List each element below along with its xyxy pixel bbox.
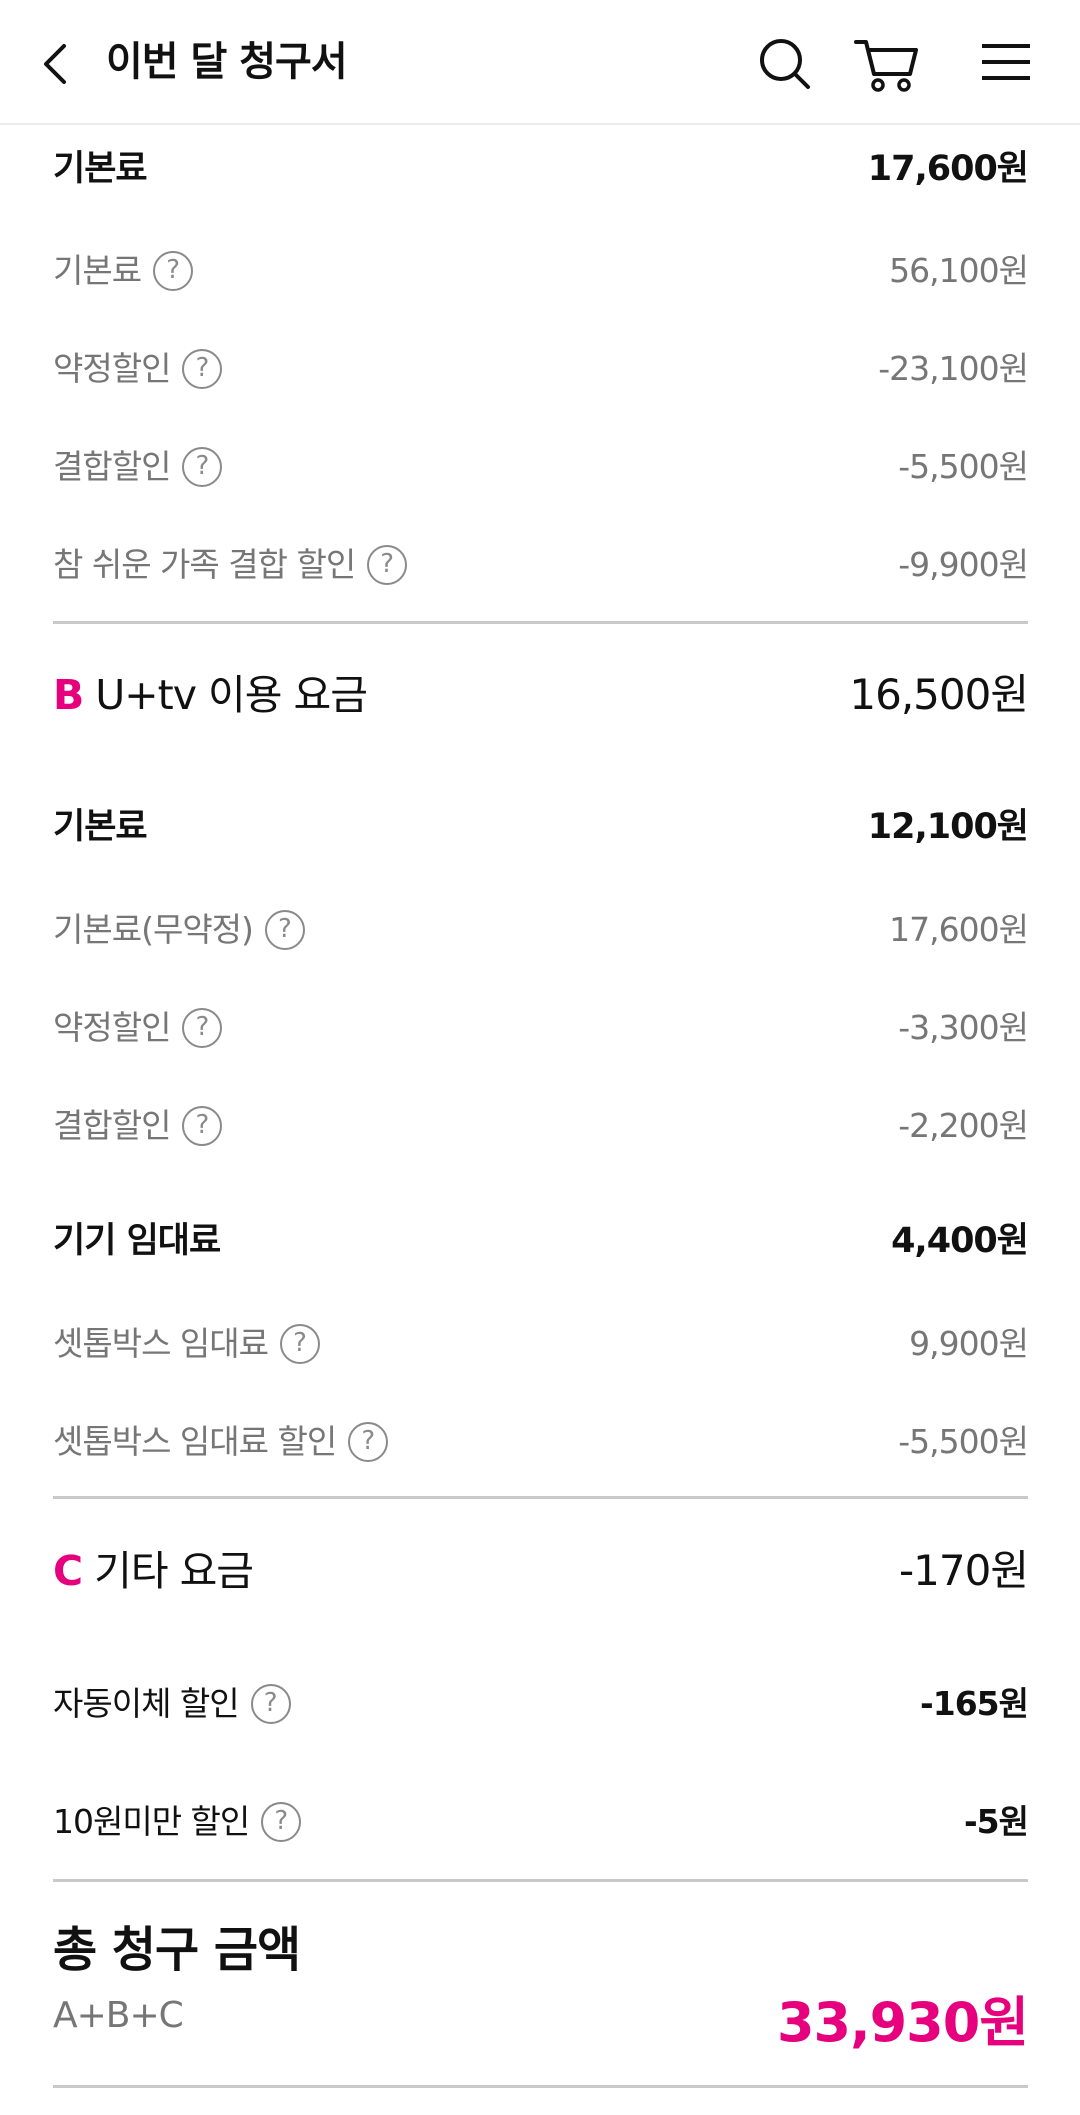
row-label: 기본료(무약정) [53, 910, 254, 949]
row-amount: -5원 [963, 1802, 1029, 1841]
section-title: U+tv 이용 요금 [95, 671, 368, 719]
help-icon[interactable]: ? [367, 544, 408, 585]
row-label: 자동이체 할인 [53, 1684, 240, 1723]
section-letter: C [53, 1547, 83, 1595]
bottom-divider [53, 2085, 1028, 2088]
back-button[interactable] [30, 30, 86, 94]
app-header: 이번 달 청구서 [0, 0, 1080, 125]
cart-button[interactable] [852, 30, 922, 96]
section-b-header: B U+tv 이용 요금 16,500원 [53, 660, 1029, 730]
row-label: 약정할인 [53, 349, 171, 388]
help-icon[interactable]: ? [182, 1105, 223, 1146]
help-icon[interactable]: ? [182, 446, 223, 487]
basic-fee-row: 기본료 17,600원 [53, 138, 1029, 200]
row-label: 기기 임대료 [53, 1221, 221, 1261]
row-label: 기본료 [53, 807, 148, 847]
menu-icon [982, 44, 1030, 80]
row-amount: 17,600원 [889, 910, 1029, 949]
detail-row: 셋톱박스 임대료? 9,900원 [53, 1313, 1029, 1375]
row-label: 셋톱박스 임대료 할인 [53, 1422, 337, 1461]
row-amount: 17,600원 [867, 149, 1029, 189]
row-amount: -9,900원 [898, 545, 1029, 584]
section-letter: B [53, 671, 84, 719]
search-button[interactable] [750, 30, 820, 96]
help-icon[interactable]: ? [182, 1007, 223, 1048]
row-label: 참 쉬운 가족 결합 할인 [53, 545, 356, 584]
help-icon[interactable]: ? [280, 1323, 321, 1364]
row-label: 약정할인 [53, 1008, 171, 1047]
help-icon[interactable]: ? [348, 1421, 389, 1462]
row-label: 기본료 [53, 251, 142, 290]
detail-row: 결합할인? -2,200원 [53, 1095, 1029, 1157]
menu-button[interactable] [970, 30, 1040, 96]
row-label: 셋톱박스 임대료 [53, 1324, 269, 1363]
row-amount: -23,100원 [878, 349, 1029, 388]
discount-row: 10원미만 할인? -5원 [53, 1791, 1029, 1853]
row-amount: -165원 [920, 1684, 1029, 1723]
row-label: 결합할인 [53, 447, 171, 486]
row-amount: -5,500원 [898, 1422, 1029, 1461]
row-amount: -5,500원 [898, 447, 1029, 486]
section-title: 기타 요금 [94, 1547, 254, 1595]
rental-fee-row: 기기 임대료 4,400원 [53, 1210, 1029, 1272]
row-label: 10원미만 할인 [53, 1802, 250, 1841]
detail-row: 참 쉬운 가족 결합 할인? -9,900원 [53, 534, 1029, 596]
row-amount: 4,400원 [891, 1221, 1029, 1261]
section-c-header: C 기타 요금 -170원 [53, 1536, 1029, 1606]
section-divider [53, 1879, 1028, 1882]
page-title: 이번 달 청구서 [106, 39, 348, 85]
row-amount: -2,200원 [898, 1106, 1029, 1145]
detail-row: 약정할인? -23,100원 [53, 338, 1029, 400]
detail-row: 셋톱박스 임대료 할인? -5,500원 [53, 1411, 1029, 1473]
row-amount: 9,900원 [909, 1324, 1029, 1363]
total-amount: 33,930원 [776, 1991, 1029, 2054]
total-formula: A+B+C [53, 1995, 184, 2036]
row-amount: 56,100원 [889, 251, 1029, 290]
chevron-left-icon [44, 44, 66, 84]
row-amount: 12,100원 [867, 807, 1029, 847]
search-icon [760, 39, 810, 89]
help-icon[interactable]: ? [153, 250, 194, 291]
row-amount: -3,300원 [898, 1008, 1029, 1047]
row-label: 기본료 [53, 149, 148, 189]
help-icon[interactable]: ? [182, 348, 223, 389]
total-title: 총 청구 금액 [53, 1922, 301, 1978]
detail-row: 기본료(무약정)? 17,600원 [53, 899, 1029, 961]
detail-row: 약정할인? -3,300원 [53, 997, 1029, 1059]
help-icon[interactable]: ? [250, 1683, 291, 1724]
cart-icon [854, 40, 918, 92]
section-divider [53, 621, 1028, 624]
section-amount: 16,500원 [849, 670, 1029, 719]
section-divider [53, 1496, 1028, 1499]
basic-fee-row: 기본료 12,100원 [53, 796, 1029, 858]
section-amount: -170원 [899, 1546, 1029, 1595]
help-icon[interactable]: ? [261, 1801, 302, 1842]
detail-row: 결합할인? -5,500원 [53, 436, 1029, 498]
discount-row: 자동이체 할인? -165원 [53, 1673, 1029, 1735]
row-label: 결합할인 [53, 1106, 171, 1145]
detail-row: 기본료? 56,100원 [53, 240, 1029, 302]
help-icon[interactable]: ? [264, 909, 305, 950]
